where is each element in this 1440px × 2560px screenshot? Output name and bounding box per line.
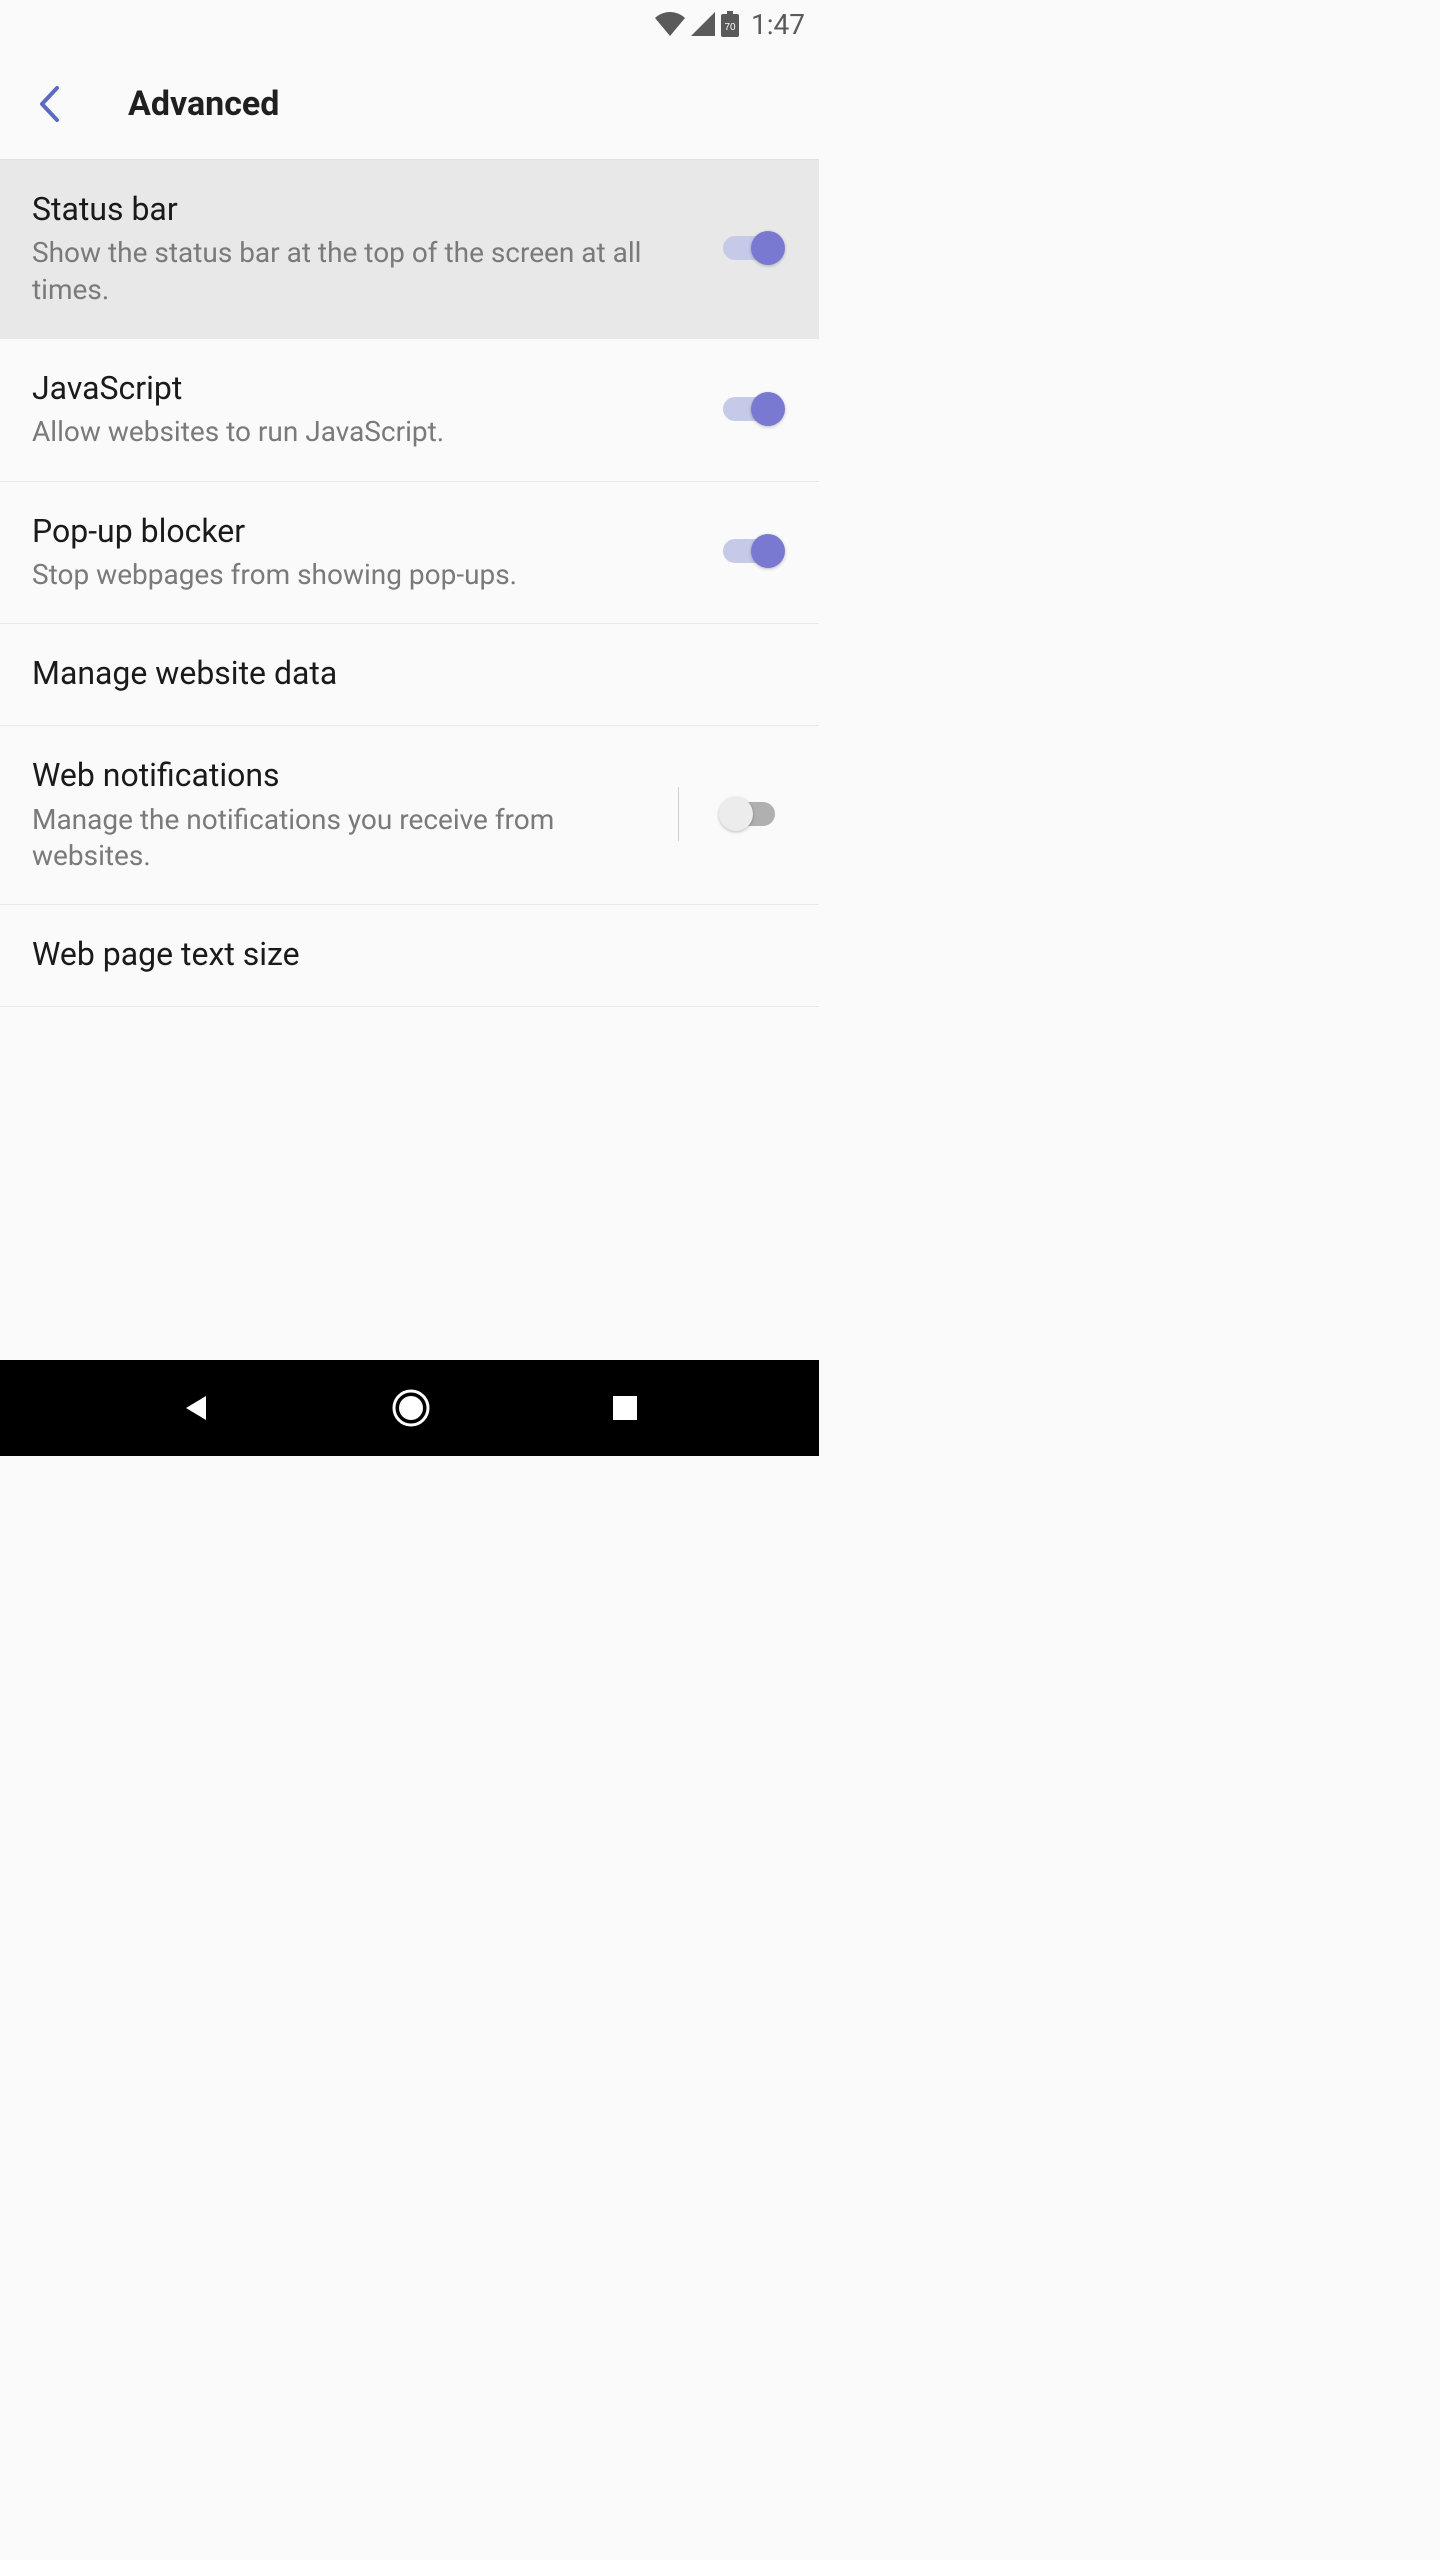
setting-title: Pop-up blocker bbox=[32, 510, 703, 553]
setting-row-popup-blocker[interactable]: Pop-up blocker Stop webpages from showin… bbox=[0, 482, 819, 625]
back-button[interactable] bbox=[30, 85, 68, 123]
circle-home-icon bbox=[391, 1388, 431, 1428]
setting-row-manage-website-data[interactable]: Manage website data bbox=[0, 624, 819, 726]
setting-subtitle: Manage the notifications you receive fro… bbox=[32, 802, 642, 875]
setting-subtitle: Allow websites to run JavaScript. bbox=[32, 414, 642, 450]
battery-icon: 70 bbox=[721, 11, 739, 37]
toggle-web-notifications[interactable] bbox=[723, 795, 787, 833]
setting-row-web-notifications[interactable]: Web notifications Manage the notificatio… bbox=[0, 726, 819, 905]
setting-title: Status bar bbox=[32, 188, 703, 231]
navigation-bar bbox=[0, 1360, 819, 1456]
setting-text: Web notifications Manage the notificatio… bbox=[32, 754, 678, 874]
svg-text:70: 70 bbox=[724, 22, 736, 33]
chevron-left-icon bbox=[38, 85, 60, 123]
setting-subtitle: Show the status bar at the top of the sc… bbox=[32, 235, 642, 308]
setting-subtitle: Stop webpages from showing pop-ups. bbox=[32, 557, 642, 593]
setting-text: Web page text size bbox=[32, 933, 787, 976]
nav-recent-button[interactable] bbox=[611, 1394, 639, 1422]
square-recent-icon bbox=[611, 1394, 639, 1422]
toggle-status-bar[interactable] bbox=[723, 229, 787, 267]
setting-row-status-bar[interactable]: Status bar Show the status bar at the to… bbox=[0, 160, 819, 339]
triangle-back-icon bbox=[180, 1392, 212, 1424]
setting-text: Pop-up blocker Stop webpages from showin… bbox=[32, 510, 703, 594]
setting-text: Status bar Show the status bar at the to… bbox=[32, 188, 703, 308]
cellular-signal-icon bbox=[691, 12, 715, 36]
setting-title: Manage website data bbox=[32, 652, 787, 695]
page-title: Advanced bbox=[128, 84, 279, 124]
status-time: 1:47 bbox=[751, 8, 805, 41]
setting-text: JavaScript Allow websites to run JavaScr… bbox=[32, 367, 703, 451]
setting-title: JavaScript bbox=[32, 367, 703, 410]
system-status-bar: 70 1:47 bbox=[0, 0, 819, 48]
setting-row-javascript[interactable]: JavaScript Allow websites to run JavaScr… bbox=[0, 339, 819, 482]
nav-home-button[interactable] bbox=[391, 1388, 431, 1428]
toggle-popup-blocker[interactable] bbox=[723, 532, 787, 570]
setting-text: Manage website data bbox=[32, 652, 787, 695]
nav-back-button[interactable] bbox=[180, 1392, 212, 1424]
app-bar: Advanced bbox=[0, 48, 819, 160]
toggle-javascript[interactable] bbox=[723, 390, 787, 428]
wifi-icon bbox=[655, 12, 685, 36]
divider bbox=[678, 787, 679, 841]
setting-title: Web notifications bbox=[32, 754, 678, 797]
setting-row-web-page-text-size[interactable]: Web page text size bbox=[0, 905, 819, 1007]
setting-title: Web page text size bbox=[32, 933, 787, 976]
